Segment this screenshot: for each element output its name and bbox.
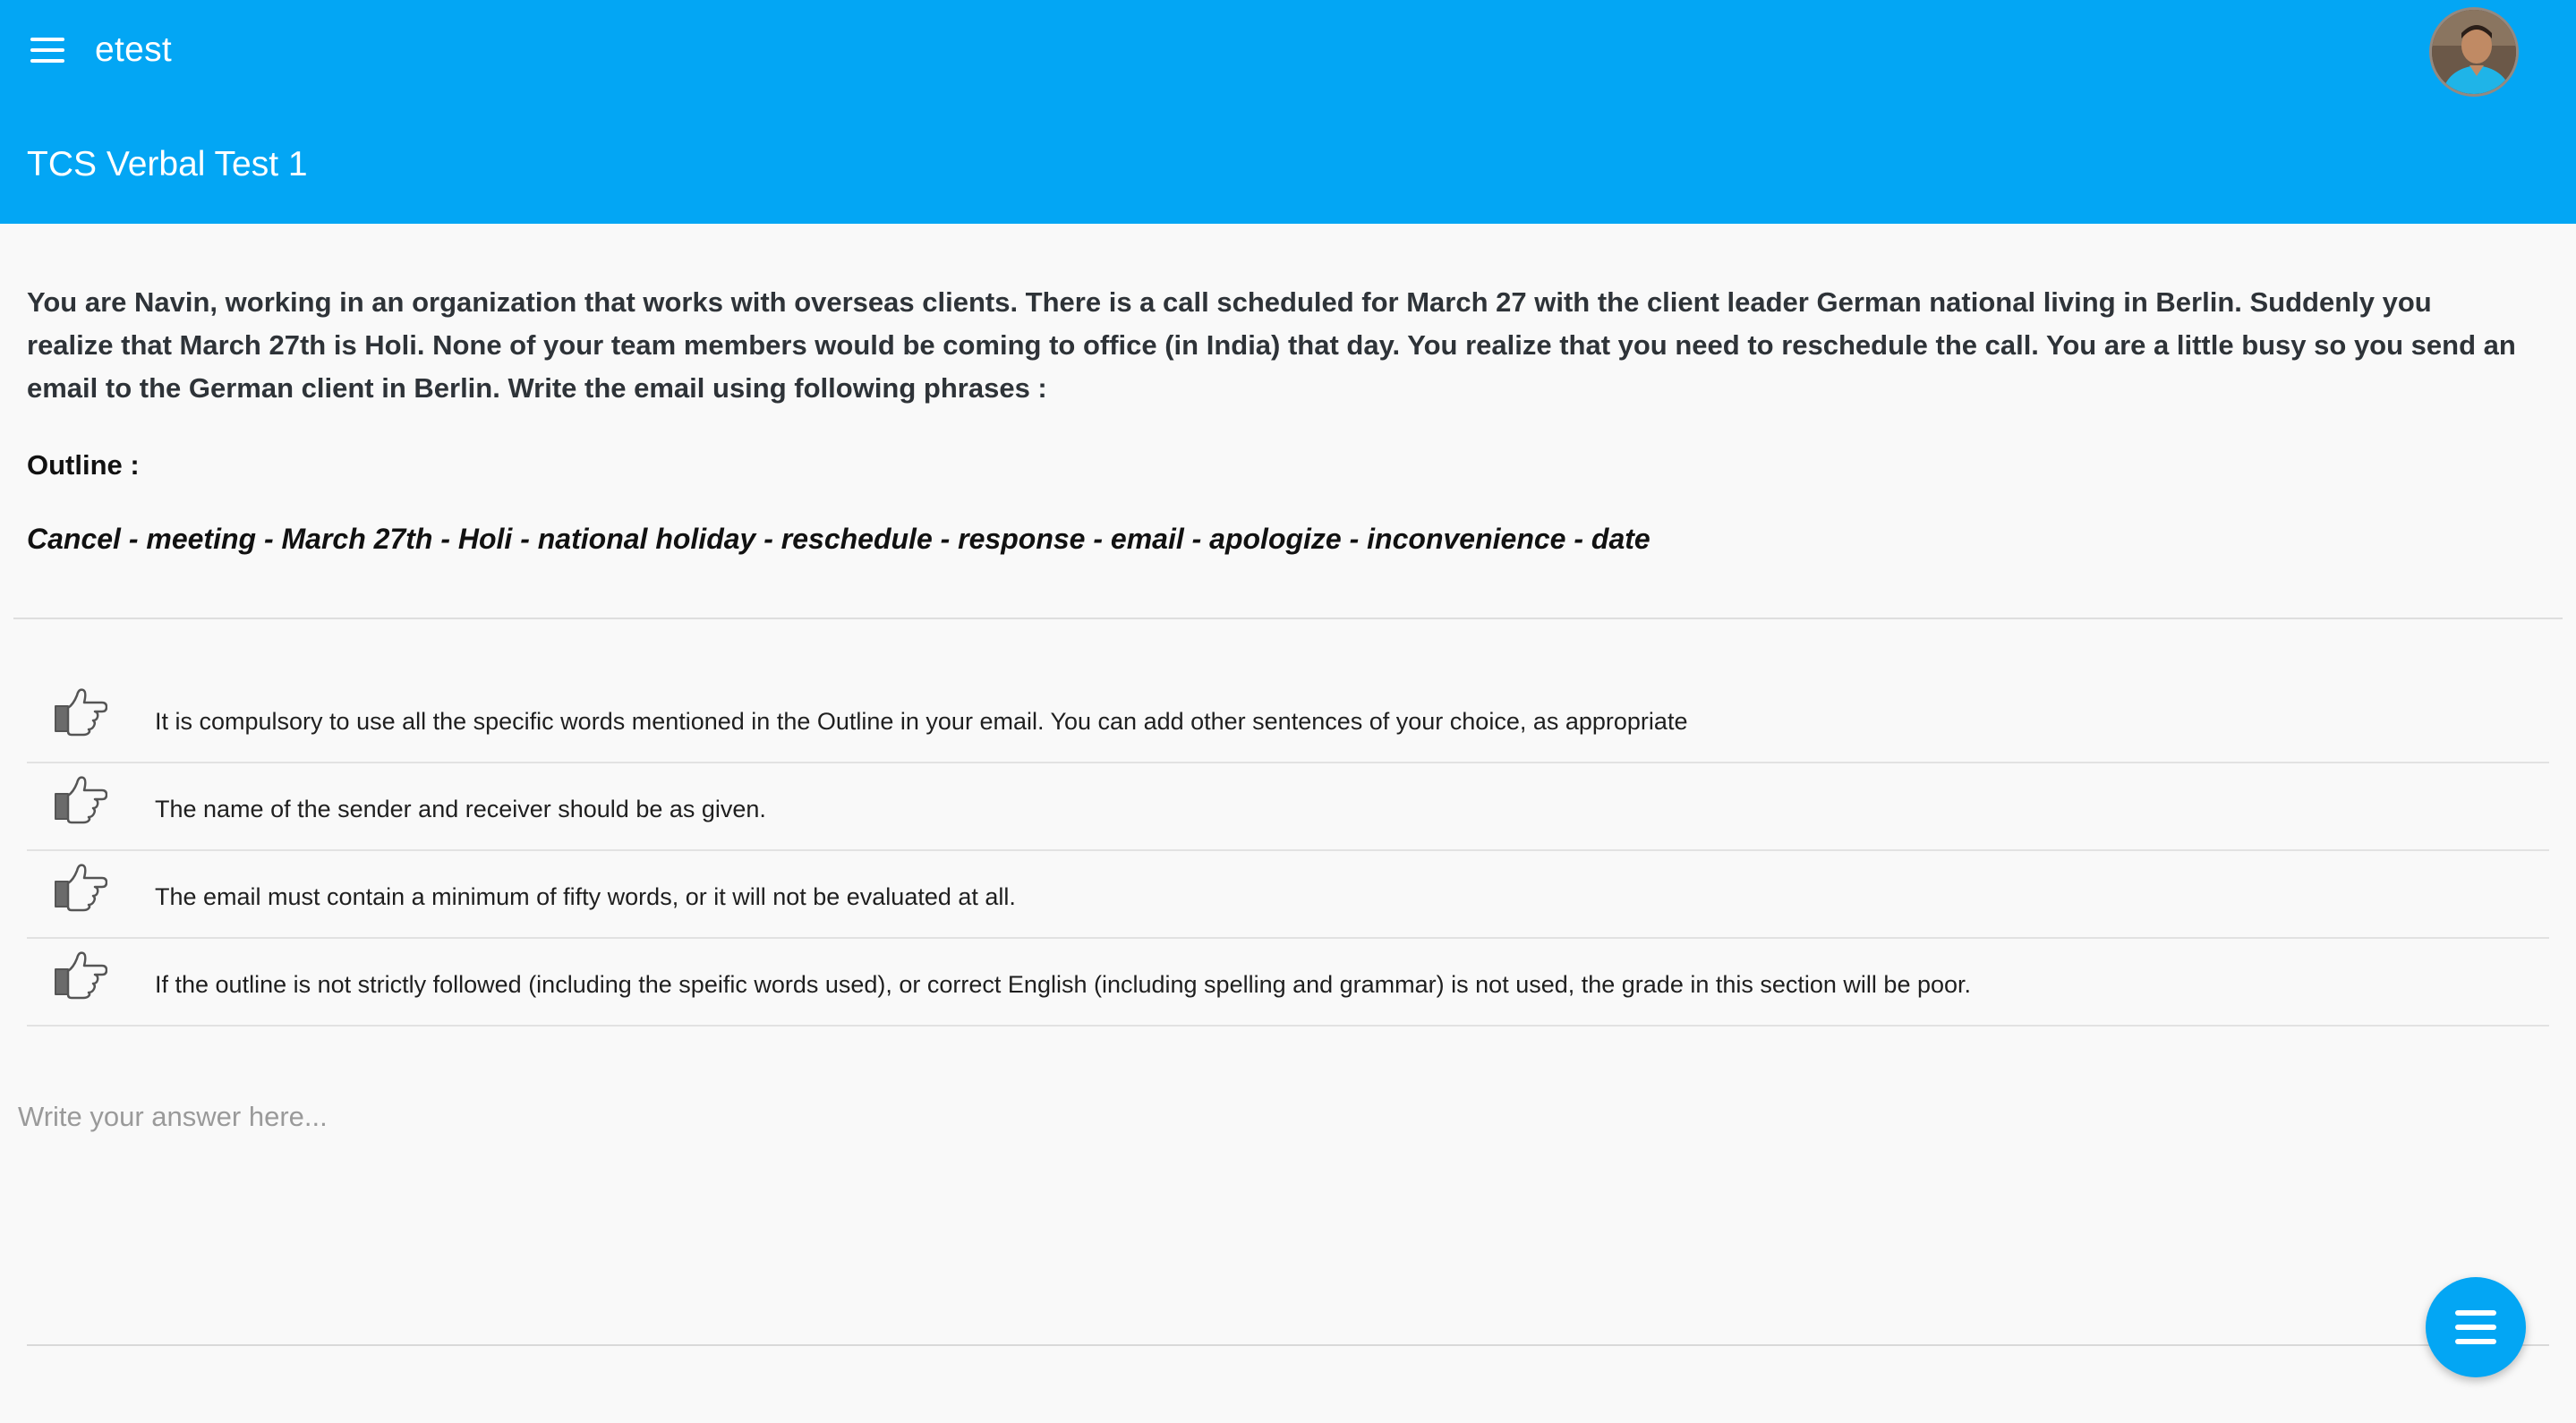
outline-label: Outline : xyxy=(27,449,140,481)
question-section: You are Navin, working in an organizatio… xyxy=(27,281,2524,556)
fab-menu-button[interactable] xyxy=(2426,1277,2526,1377)
answer-textarea[interactable] xyxy=(18,1101,2549,1342)
app-name: etest xyxy=(95,30,173,69)
rule-text: The name of the sender and receiver shou… xyxy=(155,796,766,822)
hamburger-menu-icon[interactable] xyxy=(27,36,70,68)
thumbs-pointing-right-icon xyxy=(55,688,107,737)
list-item: The name of the sender and receiver shou… xyxy=(27,763,2549,851)
list-item: If the outline is not strictly followed … xyxy=(27,939,2549,1027)
divider xyxy=(13,618,2563,619)
answer-underline xyxy=(27,1344,2549,1346)
thumbs-pointing-right-icon xyxy=(55,951,107,1000)
rule-text: The email must contain a minimum of fift… xyxy=(155,883,1016,910)
page-title: TCS Verbal Test 1 xyxy=(27,145,308,183)
user-avatar[interactable] xyxy=(2429,7,2519,97)
outline-words: Cancel - meeting - March 27th - Holi - n… xyxy=(27,523,1651,555)
list-item: It is compulsory to use all the specific… xyxy=(27,676,2549,763)
list-item: The email must contain a minimum of fift… xyxy=(27,851,2549,939)
thumbs-pointing-right-icon xyxy=(55,864,107,912)
rule-text: If the outline is not strictly followed … xyxy=(155,971,1972,998)
app-bar: etest TCS Verbal Test 1 xyxy=(0,0,2576,224)
avatar-photo-icon xyxy=(2432,10,2516,94)
question-prompt: You are Navin, working in an organizatio… xyxy=(27,286,2516,404)
rules-list: It is compulsory to use all the specific… xyxy=(27,676,2549,1027)
rule-text: It is compulsory to use all the specific… xyxy=(155,708,1688,735)
thumbs-pointing-right-icon xyxy=(55,776,107,824)
